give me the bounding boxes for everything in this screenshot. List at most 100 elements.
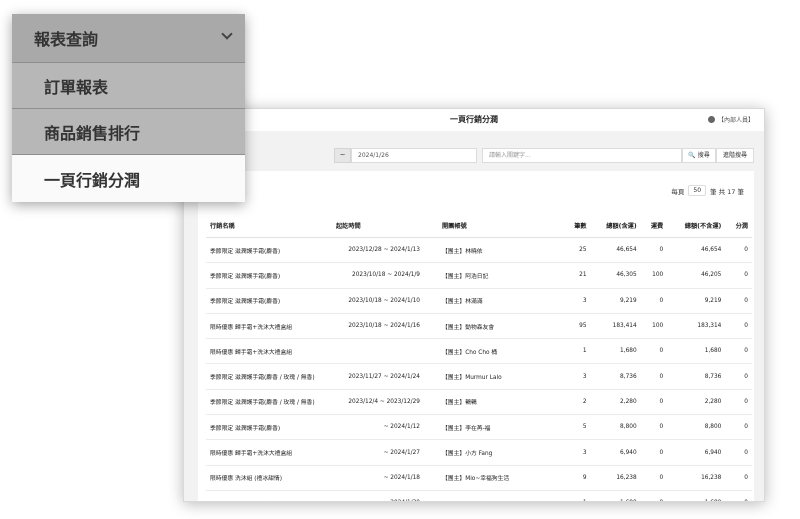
cell-commission: 0: [725, 237, 752, 264]
search-button[interactable]: 🔍 搜尋: [682, 148, 716, 163]
cell-total-with-shipping: 6,940: [590, 439, 641, 466]
cell-total-with-shipping: 46,305: [590, 262, 641, 289]
menu-item-label: 訂單報表: [44, 77, 109, 97]
col-header-count[interactable]: 筆數: [564, 213, 591, 238]
col-header-total-without-shipping[interactable]: 總額(不含運): [667, 213, 726, 238]
cell-total-without-shipping: 183,314: [667, 313, 726, 340]
end-date-input[interactable]: 2024/1/26: [351, 148, 477, 163]
search-input[interactable]: 請輸入關鍵字...: [482, 148, 682, 163]
cell-count: 3: [564, 439, 591, 466]
table-row[interactable]: 限時優惠 歸手霜+洗沐大禮盒組 2023/10/18 ~ 2024/1/16 【團主…: [206, 313, 752, 340]
table-row[interactable]: 季節限定 滋潤護手霜(麝香 / 玫瑰 / 無香)~ 2024/1/30【團主】韓…: [206, 490, 752, 501]
top-bar: 一頁行銷分潤 【內部人員】: [184, 109, 764, 132]
table-row[interactable]: 季節限定 滋潤護手霜(麝香) 2023/10/18 ~ 2024/1/9 【團主】阿…: [206, 262, 752, 289]
results-panel: 每頁 50 筆 共 17 筆 行銷名稱 起訖時間 開團帳號 筆數 總額(含運) …: [198, 171, 754, 501]
cell-period: 2023/12/4 ~ 2023/12/29: [332, 389, 424, 416]
cell-commission: 0: [725, 414, 752, 441]
cell-count: 3: [564, 363, 591, 390]
cell-period: ~ 2024/1/27: [332, 439, 424, 466]
menu-item-landing-page-commission[interactable]: 一頁行銷分潤: [12, 155, 245, 202]
cell-count: 95: [564, 313, 591, 340]
cell-total-with-shipping: 2,280: [590, 389, 641, 416]
cell-total-without-shipping: 2,280: [667, 389, 726, 416]
report-menu-dropdown: 報表查詢 訂單報表 商品銷售排行 一頁行銷分潤: [12, 14, 245, 202]
cell-count: 3: [564, 288, 591, 314]
cell-total-without-shipping: 9,219: [667, 288, 726, 314]
per-page-label: 每頁: [671, 187, 685, 196]
pagination-info: 每頁 50 筆 共 17 筆: [671, 185, 744, 196]
menu-item-order-report[interactable]: 訂單報表: [12, 63, 245, 109]
cell-shipping: 0: [640, 389, 668, 416]
cell-count: 5: [564, 414, 591, 441]
cell-period: 2023/12/28 ~ 2024/1/13: [332, 237, 424, 264]
cell-shipping: 0: [640, 439, 668, 466]
cell-total-without-shipping: 8,736: [667, 363, 726, 390]
table-row[interactable]: 限時優惠 歸手霜+洗沐大禮盒組 【團主】Cho Cho 桶 1 1,680 0 1,680…: [206, 338, 752, 365]
search-icon: 🔍: [688, 152, 696, 159]
cell-total-with-shipping: 16,238: [590, 465, 641, 491]
cell-campaign-name: 季節限定 滋潤護手霜(麝香): [206, 262, 332, 289]
cell-shipping: 0: [640, 338, 668, 365]
user-menu[interactable]: 【內部人員】: [707, 115, 754, 124]
cell-total-with-shipping: 1,680: [590, 490, 641, 501]
table-row[interactable]: 季節限定 滋潤護手霜(麝香) 2023/10/18 ~ 2024/1/10 【團主】…: [206, 288, 752, 314]
cell-campaign-name: 季節限定 滋潤護手霜(麝香): [206, 414, 332, 441]
cell-campaign-name: 季節限定 滋潤護手霜(麝香): [206, 288, 332, 314]
cell-shipping: 0: [640, 288, 668, 314]
cell-campaign-name: 季節限定 滋潤護手霜(麝香 / 玫瑰 / 無香): [206, 363, 332, 390]
total-count: 筆 共 17 筆: [710, 187, 744, 196]
menu-header-report-query[interactable]: 報表查詢: [12, 14, 245, 63]
table-header-row: 行銷名稱 起訖時間 開團帳號 筆數 總額(含運) 運費 總額(不含運) 分潤: [206, 213, 752, 238]
page-title: 一頁行銷分潤: [450, 115, 498, 124]
cell-account: 【團主】Mio~幸福狗生活: [424, 465, 564, 491]
cell-total-without-shipping: 46,205: [667, 262, 726, 289]
user-label: 【內部人員】: [717, 117, 754, 124]
cell-account: 【團主】小方 Fang: [424, 439, 564, 466]
advanced-search-button[interactable]: 進階搜尋: [716, 148, 754, 163]
cell-count: 1: [564, 490, 591, 501]
cell-count: 9: [564, 465, 591, 491]
cell-total-with-shipping: 8,800: [590, 414, 641, 441]
col-header-name[interactable]: 行銷名稱: [206, 213, 332, 238]
cell-shipping: 0: [640, 490, 668, 501]
table-row[interactable]: 季節限定 滋潤護手霜(麝香) 2023/12/28 ~ 2024/1/13 【團主】…: [206, 237, 752, 264]
table-row[interactable]: 限時優惠 洗沐組 (禮冰甜情) ~ 2024/1/18 【團主】Mio~幸福狗生活 9…: [206, 465, 752, 491]
cell-campaign-name: 限時優惠 洗沐組 (禮冰甜情): [206, 465, 332, 491]
cell-count: 2: [564, 389, 591, 416]
cell-account: 【團主】林滿滿: [424, 288, 564, 314]
cell-commission: 0: [725, 288, 752, 314]
col-header-account[interactable]: 開團帳號: [424, 213, 564, 238]
cell-total-without-shipping: 1,680: [667, 490, 726, 501]
report-window: 一頁行銷分潤 【內部人員】 ~ 2024/1/26 請輸入關鍵字... 🔍 搜尋…: [183, 108, 765, 502]
per-page-select[interactable]: 50: [688, 185, 707, 196]
cell-campaign-name: 限時優惠 歸手霜+洗沐大禮盒組: [206, 439, 332, 466]
cell-account: 【團主】Murmur Lalo: [424, 363, 564, 390]
cell-period: 2023/11/27 ~ 2024/1/24: [332, 363, 424, 390]
table-row[interactable]: 季節限定 滋潤護手霜(麝香 / 玫瑰 / 無香) 2023/11/27 ~ 202…: [206, 363, 752, 390]
cell-commission: 0: [725, 313, 752, 340]
table-row[interactable]: 限時優惠 歸手霜+洗沐大禮盒組 ~ 2024/1/27 【團主】小方 Fang 3 6,…: [206, 439, 752, 466]
menu-item-product-sales-ranking[interactable]: 商品銷售排行: [12, 109, 245, 155]
cell-account: 【團主】韓國歐巴Lee: [424, 490, 564, 501]
col-header-commission[interactable]: 分潤: [725, 213, 752, 238]
cell-account: 【團主】鵪鵪: [424, 389, 564, 416]
cell-count: 21: [564, 262, 591, 289]
cell-period: 2023/10/18 ~ 2024/1/16: [332, 313, 424, 340]
cell-account: 【團主】阿浩日記: [424, 262, 564, 289]
cell-shipping: 0: [640, 237, 668, 264]
user-icon: [707, 116, 715, 123]
menu-item-label: 一頁行銷分潤: [44, 170, 141, 190]
col-header-total-with-shipping[interactable]: 總額(含運): [590, 213, 641, 238]
cell-period: ~ 2024/1/30: [332, 490, 424, 501]
cell-total-without-shipping: 6,940: [667, 439, 726, 466]
cell-total-without-shipping: 46,654: [667, 237, 726, 264]
cell-count: 1: [564, 338, 591, 365]
cell-total-with-shipping: 46,654: [590, 237, 641, 264]
table-row[interactable]: 季節限定 滋潤護手霜(麝香 / 玫瑰 / 無香) 2023/12/4 ~ 2023…: [206, 389, 752, 416]
cell-campaign-name: 限時優惠 歸手霜+洗沐大禮盒組: [206, 338, 332, 365]
cell-commission: 0: [725, 490, 752, 501]
col-header-period[interactable]: 起訖時間: [332, 213, 424, 238]
cell-shipping: 0: [640, 414, 668, 441]
col-header-shipping[interactable]: 運費: [640, 213, 668, 238]
table-row[interactable]: 季節限定 滋潤護手霜(麝香) ~ 2024/1/12 【團主】李在苒-福 5 8,800…: [206, 414, 752, 441]
